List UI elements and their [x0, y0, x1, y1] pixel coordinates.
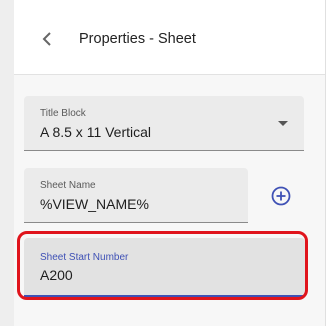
- properties-panel: Properties - Sheet Title Block A 8.5 x 1…: [14, 0, 326, 326]
- sheet-name-value: %VIEW_NAME%: [40, 196, 149, 212]
- sheet-start-number-field[interactable]: Sheet Start Number A200: [24, 238, 305, 297]
- left-strip: [0, 0, 15, 326]
- sheet-start-number-value: A200: [40, 267, 73, 283]
- add-circle-icon[interactable]: [271, 186, 291, 206]
- title-block-select[interactable]: Title Block A 8.5 x 11 Vertical: [24, 96, 304, 151]
- title-block-value: A 8.5 x 11 Vertical: [40, 124, 152, 140]
- sheet-name-field[interactable]: Sheet Name %VIEW_NAME%: [24, 168, 248, 223]
- title-block-label: Title Block: [40, 108, 86, 119]
- sheet-name-label: Sheet Name: [40, 180, 96, 191]
- chevron-left-icon[interactable]: [38, 28, 56, 50]
- panel-header: Properties - Sheet: [14, 0, 326, 75]
- sheet-start-number-label: Sheet Start Number: [40, 252, 129, 263]
- dropdown-arrow-icon[interactable]: [278, 121, 288, 126]
- panel-title: Properties - Sheet: [79, 31, 196, 47]
